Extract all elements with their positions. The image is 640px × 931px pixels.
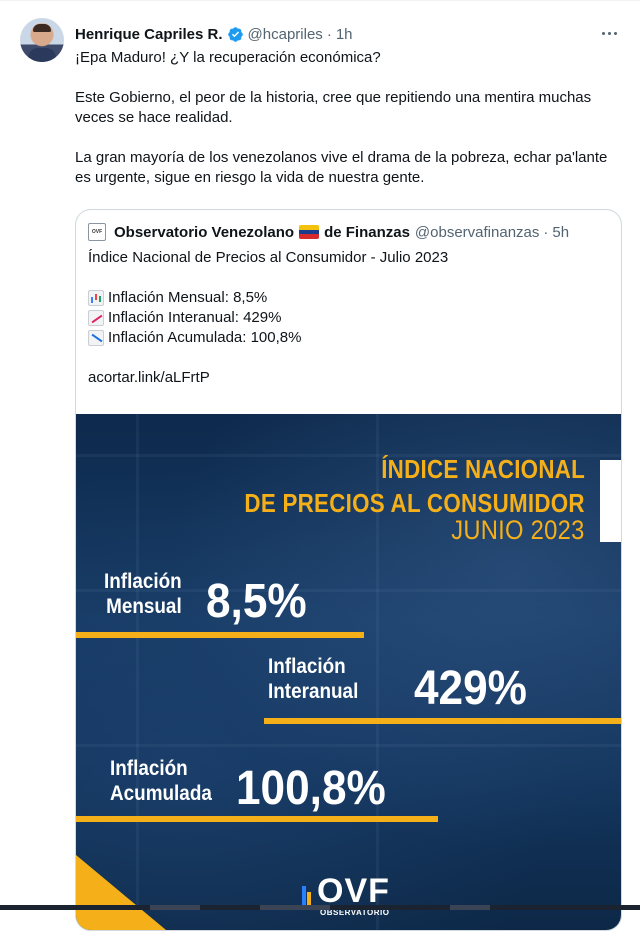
ovf-logo: OVF OBSERVATORIO — [300, 872, 390, 917]
acumulada-label-line2: Acumulada — [110, 782, 212, 805]
more-dot — [601, 31, 605, 35]
more-dot — [607, 31, 611, 35]
more-options-icon[interactable] — [598, 22, 620, 44]
display-name[interactable]: Henrique Capriles R. — [75, 26, 223, 43]
quoted-tweet-text: Índice Nacional de Precios al Consumidor… — [88, 248, 608, 388]
quoted-media-image[interactable]: ÍNDICE NACIONAL DE PRECIOS AL CONSUMIDOR… — [76, 414, 621, 930]
quoted-separator-dot: · — [543, 223, 549, 241]
line-text: Inflación Interanual: 429% — [108, 309, 282, 326]
ovf-logo-mark-icon — [300, 880, 312, 908]
acumulada-label: Inflación Acumulada — [110, 756, 212, 806]
handle[interactable]: @hcapriles — [248, 26, 323, 43]
bottom-bar-segment — [150, 905, 200, 910]
media-title-line3: JUNIO 2023 — [451, 515, 585, 545]
quoted-line-mensual: Inflación Mensual: 8,5% — [88, 288, 608, 308]
line-text: Inflación Acumulada: 100,8% — [108, 329, 302, 346]
mensual-value: 8,5% — [206, 575, 307, 628]
media-title-line1: ÍNDICE NACIONAL — [381, 454, 585, 484]
tweet-paragraph: ¡Epa Maduro! ¿Y la recuperación económic… — [75, 49, 381, 66]
chart-increasing-icon — [88, 310, 104, 326]
bottom-bar-segment — [260, 905, 330, 910]
line-text: Inflación Mensual: 8,5% — [108, 289, 268, 306]
background-shelf — [136, 414, 139, 930]
quoted-display-name-suffix[interactable]: de Finanzas — [324, 224, 410, 241]
timestamp[interactable]: 1h — [336, 26, 353, 43]
bar-chart-icon — [88, 290, 104, 306]
quoted-timestamp[interactable]: 5h — [552, 224, 569, 241]
more-dot — [613, 31, 617, 35]
ovf-avatar-icon[interactable]: OVF — [88, 223, 106, 241]
acumulada-label-line1: Inflación — [110, 757, 188, 780]
verified-badge-icon — [227, 26, 243, 42]
interanual-label-line1: Inflación — [268, 655, 346, 678]
avatar-hair — [33, 24, 51, 32]
quoted-tweet-header: OVF Observatorio Venezolano de Finanzas … — [88, 222, 569, 242]
quoted-display-name[interactable]: Observatorio Venezolano — [114, 224, 294, 241]
acumulada-value: 100,8% — [236, 762, 386, 815]
quoted-link[interactable]: acortar.link/aLFrtP — [88, 368, 608, 388]
interanual-value: 429% — [414, 662, 527, 715]
white-strip — [600, 460, 621, 542]
bottom-bar-segment — [450, 905, 490, 910]
ovf-logo-text: OVF — [317, 872, 390, 910]
bottom-bar — [0, 905, 640, 910]
quoted-handle[interactable]: @observafinanzas — [415, 224, 539, 241]
interanual-rule — [264, 718, 621, 724]
media-title-line2: DE PRECIOS AL CONSUMIDOR — [244, 488, 585, 518]
acumulada-rule — [76, 816, 438, 822]
corner-triangle — [76, 855, 166, 930]
venezuela-flag-icon — [299, 225, 320, 239]
quoted-title-line: Índice Nacional de Precios al Consumidor… — [88, 249, 449, 266]
quoted-line-acumulada: Inflación Acumulada: 100,8% — [88, 328, 608, 348]
tweet-text: ¡Epa Maduro! ¿Y la recuperación económic… — [75, 48, 620, 188]
separator-dot: · — [326, 25, 332, 43]
chart-decreasing-icon — [88, 330, 104, 346]
flag-stripe-red — [299, 234, 320, 239]
interanual-label: Inflación Interanual — [268, 654, 358, 704]
divider — [0, 0, 640, 1]
mensual-label-line1: Inflación — [104, 570, 182, 593]
quoted-line-interanual: Inflación Interanual: 429% — [88, 308, 608, 328]
mensual-label: Inflación Mensual — [104, 569, 182, 619]
interanual-label-line2: Interanual — [268, 680, 359, 703]
avatar[interactable] — [20, 18, 64, 62]
background-shelf — [76, 744, 621, 747]
tweet-paragraph: La gran mayoría de los venezolanos vive … — [75, 149, 608, 186]
tweet[interactable]: Henrique Capriles R. @hcapriles · 1h ¡Ep… — [0, 0, 640, 931]
quoted-tweet[interactable]: OVF Observatorio Venezolano de Finanzas … — [75, 209, 622, 931]
tweet-header: Henrique Capriles R. @hcapriles · 1h — [75, 24, 353, 44]
mensual-rule — [76, 632, 364, 638]
mensual-label-line2: Mensual — [106, 595, 182, 618]
avatar-shirt — [28, 48, 56, 62]
tweet-paragraph: Este Gobierno, el peor de la historia, c… — [75, 89, 592, 126]
